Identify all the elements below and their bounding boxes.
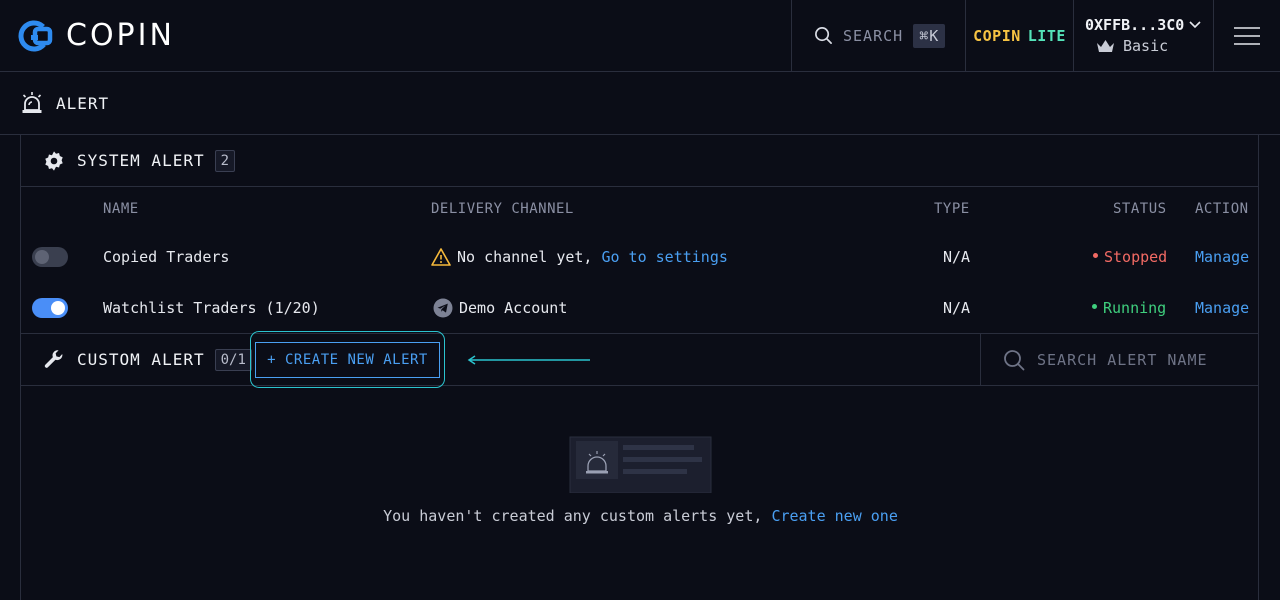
empty-state-illustration: [569, 436, 712, 493]
warning-icon: [431, 247, 451, 266]
logo[interactable]: COPIN: [0, 0, 791, 71]
go-to-settings-link[interactable]: Go to settings: [601, 248, 727, 266]
empty-state-message: You haven't created any custom alerts ye…: [21, 507, 1260, 525]
create-button-highlight: + CREATE NEW ALERT: [250, 331, 445, 388]
search-alert-input[interactable]: [1037, 350, 1257, 369]
manage-link[interactable]: Manage: [1195, 248, 1249, 266]
search-icon: [815, 27, 832, 44]
channel-name: Demo Account: [459, 298, 568, 317]
search-icon: [1004, 349, 1025, 370]
alert-type: N/A: [943, 247, 971, 266]
custom-alert-title: CUSTOM ALERT: [77, 350, 205, 369]
page-title: ALERT: [56, 93, 110, 113]
page-header: ALERT: [0, 72, 1280, 135]
alerts-panel: SYSTEM ALERT 2 NAME DELIVERY CHANNEL TYP…: [20, 135, 1259, 600]
system-alert-count: 2: [214, 149, 236, 172]
copin-lite-link[interactable]: COPIN LITE: [965, 0, 1073, 71]
search-alert-field[interactable]: [980, 334, 1259, 385]
create-new-one-link[interactable]: Create new one: [771, 507, 897, 525]
pointer-arrow-icon: [467, 355, 590, 365]
main-menu-button[interactable]: [1213, 0, 1280, 71]
alert-name: Watchlist Traders (1/20): [103, 298, 320, 317]
gear-icon: [45, 150, 63, 171]
account-tier: Basic: [1123, 37, 1169, 55]
col-delivery-channel: DELIVERY CHANNEL: [431, 201, 574, 217]
table-row: Copied Traders No channel yet, Go to set…: [21, 231, 1258, 282]
alert-name: Copied Traders: [103, 247, 230, 266]
status-badge: Running: [1092, 299, 1166, 317]
col-status: STATUS: [1113, 201, 1167, 217]
copin-logo-icon: [18, 20, 53, 51]
lite-brand-text: COPIN: [973, 26, 1021, 45]
crown-icon: [1097, 39, 1114, 52]
search-label: SEARCH: [843, 26, 904, 45]
col-type: TYPE: [934, 201, 970, 217]
create-new-alert-button[interactable]: + CREATE NEW ALERT: [255, 341, 440, 378]
hamburger-menu-icon: [1234, 26, 1260, 45]
table-row: Watchlist Traders (1/20) Demo Account N/…: [21, 282, 1258, 333]
telegram-icon: [433, 298, 453, 317]
manage-link[interactable]: Manage: [1195, 299, 1249, 317]
custom-alert-header: CUSTOM ALERT 0/1 + CREATE NEW ALERT: [21, 331, 1259, 388]
account-menu[interactable]: 0XFFB...3C0 Basic: [1073, 0, 1213, 71]
alert-type: N/A: [943, 298, 971, 317]
global-search-button[interactable]: SEARCH ⌘K: [791, 0, 965, 71]
col-action: ACTION: [1195, 201, 1249, 217]
wrench-icon: [44, 349, 63, 368]
lite-text: LITE: [1027, 26, 1066, 45]
system-alert-header: SYSTEM ALERT 2: [21, 135, 1258, 187]
no-channel-text: No channel yet,: [457, 247, 593, 266]
delivery-channel-cell: No channel yet, Go to settings: [431, 248, 728, 266]
brand-name: COPIN: [66, 18, 175, 53]
account-address: 0XFFB...3C0: [1085, 16, 1185, 34]
alerts-table-header: NAME DELIVERY CHANNEL TYPE STATUS ACTION: [21, 187, 1258, 231]
delivery-channel-cell: Demo Account: [433, 298, 567, 318]
search-shortcut: ⌘K: [913, 23, 946, 48]
col-name: NAME: [103, 201, 139, 217]
chevron-down-icon: [1189, 21, 1201, 29]
top-bar: COPIN SEARCH ⌘K COPIN LITE 0XFFB...3C0 B…: [0, 0, 1280, 72]
alert-toggle[interactable]: [32, 246, 68, 267]
system-alert-title: SYSTEM ALERT: [77, 151, 205, 170]
alert-toggle[interactable]: [32, 297, 68, 318]
custom-alert-count: 0/1: [214, 348, 252, 371]
status-badge: Stopped: [1093, 248, 1167, 266]
alarm-bell-icon: [22, 92, 42, 113]
empty-state-text: You haven't created any custom alerts ye…: [383, 507, 763, 525]
